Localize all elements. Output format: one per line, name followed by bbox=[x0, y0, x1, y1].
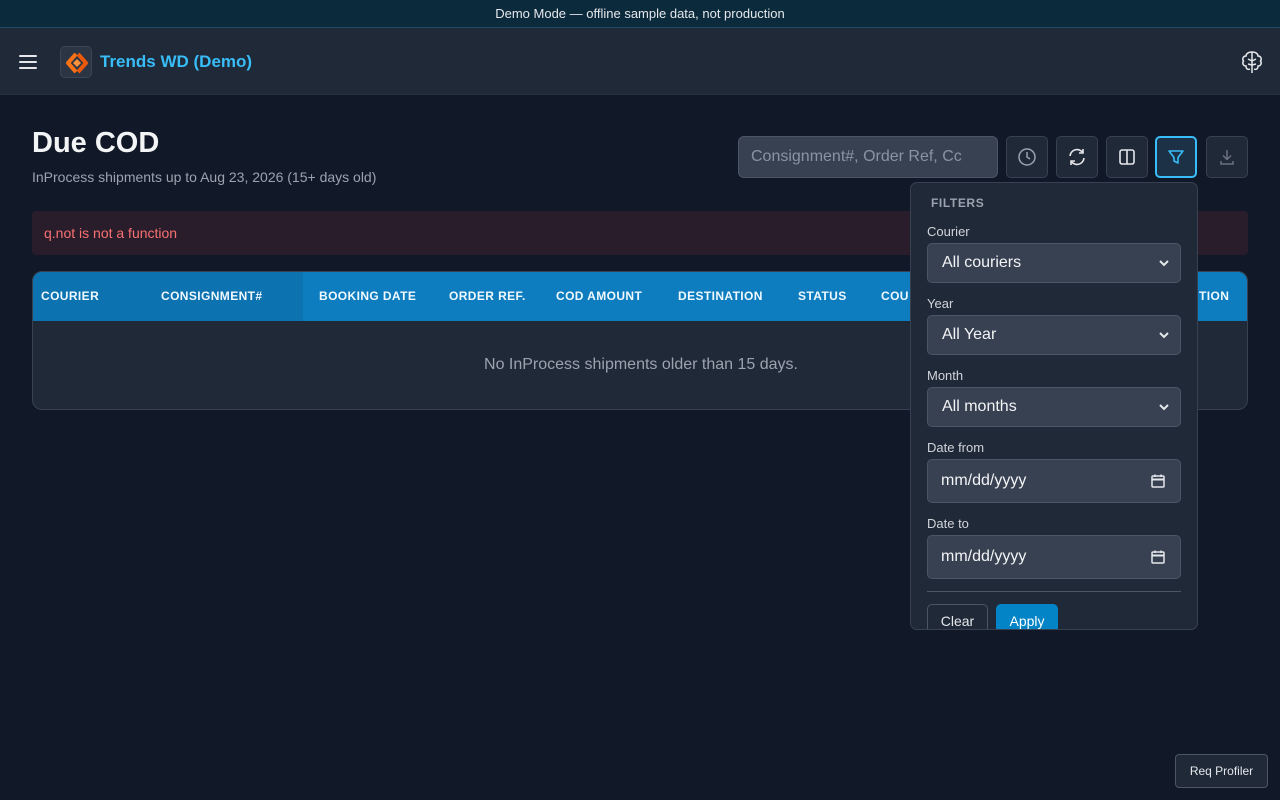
column-header-action[interactable]: TION bbox=[1199, 272, 1229, 321]
column-header-cod-amount[interactable]: COD AMOUNT bbox=[556, 272, 642, 321]
date-to-value: mm/dd/yyyy bbox=[941, 548, 1027, 565]
history-button[interactable] bbox=[1006, 136, 1048, 178]
filters-panel: FILTERS Courier All couriers Year All Ye… bbox=[910, 182, 1198, 630]
columns-icon bbox=[1119, 149, 1135, 165]
apply-filters-button[interactable]: Apply bbox=[996, 604, 1058, 629]
page-subtitle: InProcess shipments up to Aug 23, 2026 (… bbox=[32, 169, 377, 185]
refresh-icon bbox=[1069, 148, 1085, 166]
date-to-label: Date to bbox=[927, 516, 969, 531]
month-select-value: All months bbox=[942, 398, 1017, 415]
date-to-input[interactable]: mm/dd/yyyy bbox=[927, 535, 1181, 579]
top-navbar: Trends WD (Demo) bbox=[0, 28, 1280, 95]
history-clock-icon bbox=[1018, 148, 1036, 166]
download-icon bbox=[1220, 150, 1234, 165]
refresh-button[interactable] bbox=[1056, 136, 1098, 178]
courier-select-value: All couriers bbox=[942, 254, 1022, 271]
column-header-order-ref[interactable]: ORDER REF. bbox=[449, 272, 526, 321]
column-header-status[interactable]: STATUS bbox=[798, 272, 847, 321]
app-title[interactable]: Trends WD (Demo) bbox=[100, 52, 252, 72]
chevron-down-icon bbox=[1159, 260, 1169, 267]
filters-heading: FILTERS bbox=[931, 196, 985, 210]
chevron-down-icon bbox=[1159, 404, 1169, 411]
chevron-down-icon bbox=[1159, 332, 1169, 339]
date-from-input[interactable]: mm/dd/yyyy bbox=[927, 459, 1181, 503]
page-title: Due COD bbox=[32, 127, 160, 159]
filter-button[interactable] bbox=[1155, 136, 1197, 178]
filter-funnel-icon bbox=[1168, 150, 1184, 164]
month-select[interactable]: All months bbox=[927, 387, 1181, 427]
column-header-destination[interactable]: DESTINATION bbox=[678, 272, 763, 321]
calendar-icon[interactable] bbox=[1150, 473, 1166, 489]
column-header-courier-status[interactable]: COU bbox=[881, 272, 909, 321]
column-header-booking-date[interactable]: BOOKING DATE bbox=[319, 272, 416, 321]
filters-divider bbox=[927, 591, 1181, 592]
date-from-label: Date from bbox=[927, 440, 985, 455]
year-select[interactable]: All Year bbox=[927, 315, 1181, 355]
column-header-consignment[interactable]: CONSIGNMENT# bbox=[161, 272, 262, 321]
year-select-value: All Year bbox=[942, 326, 997, 343]
year-label: Year bbox=[927, 296, 954, 311]
clear-filters-button[interactable]: Clear bbox=[927, 604, 988, 629]
courier-select[interactable]: All couriers bbox=[927, 243, 1181, 283]
month-label: Month bbox=[927, 368, 964, 383]
columns-button[interactable] bbox=[1106, 136, 1148, 178]
date-from-value: mm/dd/yyyy bbox=[941, 472, 1027, 489]
download-button[interactable] bbox=[1206, 136, 1248, 178]
demo-mode-banner: Demo Mode — offline sample data, not pro… bbox=[0, 0, 1280, 28]
column-header-courier[interactable]: COURIER bbox=[41, 272, 99, 321]
app-logo-icon bbox=[60, 46, 92, 78]
search-input[interactable] bbox=[738, 136, 998, 178]
req-profiler-button[interactable]: Req Profiler bbox=[1175, 754, 1268, 788]
calendar-icon[interactable] bbox=[1150, 549, 1166, 565]
courier-label: Courier bbox=[927, 224, 970, 239]
brain-icon[interactable] bbox=[1238, 48, 1266, 76]
hamburger-menu-icon[interactable] bbox=[14, 48, 42, 76]
